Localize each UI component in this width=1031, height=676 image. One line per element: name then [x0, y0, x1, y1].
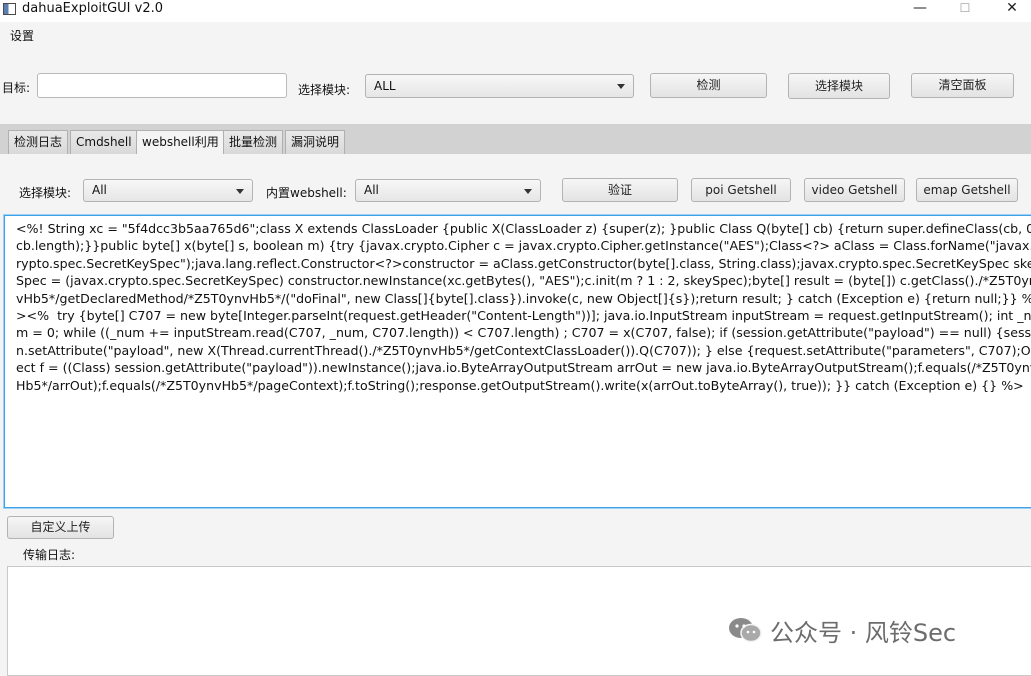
- module-select[interactable]: ALL: [365, 74, 634, 98]
- video-getshell-button[interactable]: video Getshell: [804, 178, 905, 202]
- minimize-button[interactable]: —: [900, 0, 940, 18]
- close-button[interactable]: ✕: [992, 0, 1031, 18]
- watermark-text: 公众号 · 风铃Sec: [770, 619, 957, 647]
- chevron-down-icon: [617, 84, 625, 89]
- target-input[interactable]: [37, 73, 287, 98]
- webshell-code-textarea[interactable]: <%! String xc = "5f4dcc3b5aa765d6";class…: [4, 215, 1031, 508]
- app-icon: [3, 3, 16, 15]
- ws-module-select[interactable]: All: [83, 179, 253, 202]
- transfer-log-label: 传输日志:: [23, 548, 76, 562]
- ws-module-select-value: All: [92, 183, 107, 197]
- ws-module-label: 选择模块:: [19, 186, 72, 200]
- verify-button[interactable]: 验证: [562, 178, 678, 202]
- maximize-button[interactable]: ☐: [945, 0, 985, 18]
- poi-getshell-button[interactable]: poi Getshell: [691, 178, 791, 202]
- wechat-icon: [729, 618, 762, 643]
- builtin-webshell-label: 内置webshell:: [266, 186, 347, 200]
- tab-detect-log[interactable]: 检测日志: [8, 130, 69, 154]
- chevron-down-icon: [236, 189, 244, 194]
- chevron-down-icon: [524, 189, 532, 194]
- menu-bar: [0, 22, 1031, 47]
- tab-webshell[interactable]: webshell利用: [136, 130, 225, 154]
- builtin-webshell-select-value: All: [364, 183, 379, 197]
- builtin-webshell-select[interactable]: All: [355, 179, 541, 202]
- detect-button[interactable]: 检测: [650, 73, 767, 98]
- window-title: dahuaExploitGUI v2.0: [22, 1, 164, 16]
- tab-vuln-info[interactable]: 漏洞说明: [285, 130, 346, 154]
- select-module-button[interactable]: 选择模块: [788, 73, 890, 99]
- emap-getshell-button[interactable]: emap Getshell: [916, 178, 1018, 202]
- clear-panel-button[interactable]: 清空面板: [911, 73, 1014, 98]
- module-label: 选择模块:: [298, 83, 351, 97]
- menu-settings[interactable]: 设置: [10, 27, 34, 44]
- tab-batch-detect[interactable]: 批量检测: [223, 130, 284, 154]
- custom-upload-button[interactable]: 自定义上传: [7, 516, 114, 539]
- module-select-value: ALL: [374, 79, 396, 93]
- tab-cmdshell[interactable]: Cmdshell: [70, 130, 138, 154]
- target-label: 目标:: [2, 81, 31, 95]
